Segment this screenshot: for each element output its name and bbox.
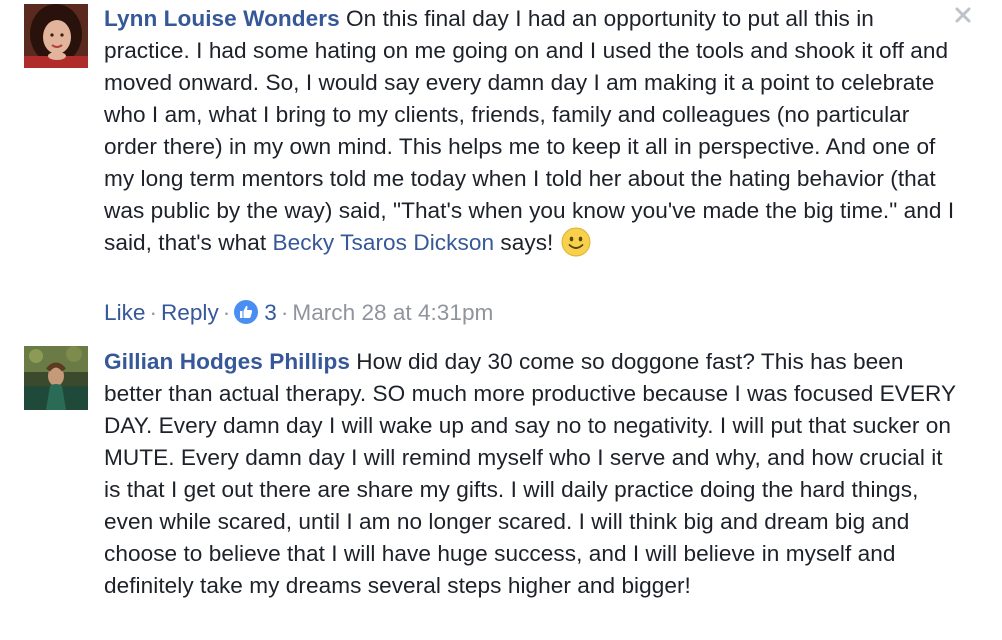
reply-button[interactable]: Reply: [161, 300, 219, 325]
like-reaction-icon: [234, 300, 259, 324]
like-button[interactable]: Like: [104, 300, 145, 325]
avatar[interactable]: [24, 346, 88, 410]
comment-text: How did day 30 come so doggone fast? Thi…: [104, 349, 956, 598]
separator-dot: ·: [222, 300, 231, 325]
comment-text-after: says!: [500, 230, 554, 255]
reaction-count-button[interactable]: 3: [234, 300, 277, 325]
comment-author[interactable]: Gillian Hodges Phillips: [104, 349, 350, 374]
comment-timestamp[interactable]: March 28 at 4:31pm: [292, 300, 493, 325]
comment-text: On this final day I had an opportunity t…: [104, 6, 955, 255]
reaction-count: 3: [264, 300, 277, 325]
comment-body: Gillian Hodges Phillips How did day 30 c…: [104, 346, 956, 602]
comment-body: Lynn Louise Wonders On this final day I …: [104, 3, 956, 259]
comment-actions: Like · Reply · 3 · March 28 at 4:31pm: [104, 298, 493, 328]
separator-dot: ·: [280, 300, 289, 325]
comment-author[interactable]: Lynn Louise Wonders: [104, 6, 340, 31]
close-icon[interactable]: [954, 6, 972, 24]
separator-dot: ·: [149, 300, 157, 325]
smiley-icon: [561, 227, 591, 257]
mention-link[interactable]: Becky Tsaros Dickson: [272, 230, 494, 255]
avatar[interactable]: [24, 4, 88, 68]
